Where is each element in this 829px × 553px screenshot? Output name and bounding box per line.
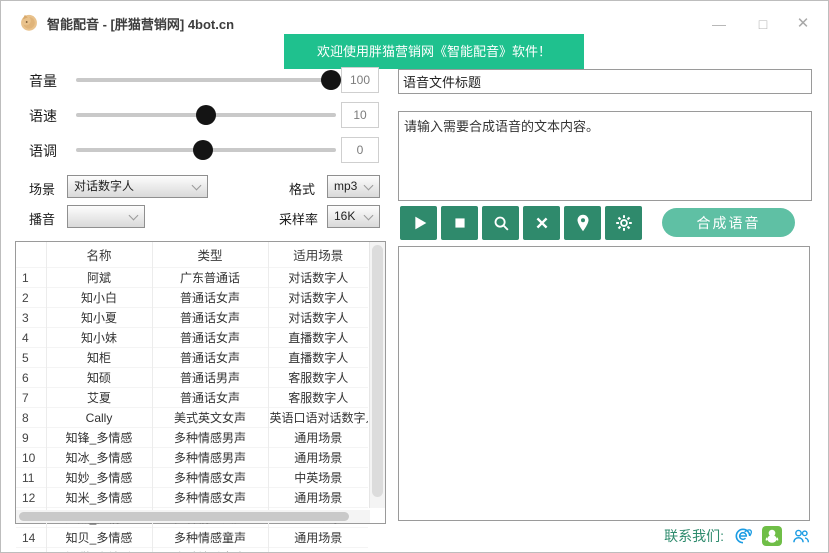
speed-label: 语速: [29, 106, 57, 126]
chevron-down-icon: [129, 211, 139, 221]
pitch-slider[interactable]: [76, 148, 336, 152]
volume-slider-thumb[interactable]: [321, 70, 341, 90]
table-row[interactable]: 5知柜普通话女声直播数字人: [16, 348, 368, 368]
search-icon: [490, 212, 512, 234]
voice-title-input[interactable]: [398, 69, 812, 94]
voice-table-head-row: 名称类型适用场景: [16, 242, 368, 268]
speech-text-input[interactable]: 请输入需要合成语音的文本内容。: [398, 111, 812, 201]
app-icon: [19, 12, 39, 32]
sample-rate-select[interactable]: 16K: [327, 205, 380, 228]
location-icon: [572, 212, 594, 234]
gear-icon: [613, 212, 635, 234]
format-select[interactable]: mp3: [327, 175, 380, 198]
voice-table: 名称类型适用场景 1阿斌广东普通话对话数字人2知小白普通话女声对话数字人3知小夏…: [16, 242, 368, 553]
chevron-down-icon: [364, 211, 374, 221]
stop-button[interactable]: [441, 206, 478, 240]
voice-table-container: 名称类型适用场景 1阿斌广东普通话对话数字人2知小白普通话女声对话数字人3知小夏…: [15, 241, 386, 524]
speed-slider[interactable]: [76, 113, 336, 117]
column-header[interactable]: 适用场景: [268, 242, 368, 268]
minimize-button[interactable]: —: [706, 13, 732, 35]
sample-rate-label: 采样率: [279, 209, 318, 228]
play-button[interactable]: [400, 206, 437, 240]
output-panel[interactable]: [398, 246, 810, 521]
table-row[interactable]: 3知小夏普通话女声对话数字人: [16, 308, 368, 328]
app-window: 智能配音 - [胖猫营销网] 4bot.cn — □ ✕ 欢迎使用胖猫营销网《智…: [0, 0, 829, 553]
volume-label: 音量: [29, 71, 57, 91]
speed-value-box[interactable]: 10: [341, 102, 379, 128]
table-row[interactable]: 15知甜_多情感多种情感女声通用场景: [16, 548, 368, 553]
table-row[interactable]: 10知冰_多情感多种情感男声通用场景: [16, 448, 368, 468]
pitch-slider-row: 语调 0: [1, 137, 391, 163]
chevron-down-icon: [364, 181, 374, 191]
maximize-button[interactable]: □: [750, 13, 776, 35]
voice-label: 播音: [29, 209, 55, 228]
column-header[interactable]: 类型: [152, 242, 268, 268]
format-label: 格式: [289, 179, 315, 198]
location-button[interactable]: [564, 206, 601, 240]
table-row[interactable]: 2知小白普通话女声对话数字人: [16, 288, 368, 308]
qq-group-icon[interactable]: [791, 526, 811, 546]
ie-browser-icon[interactable]: [733, 526, 753, 546]
stop-icon: [449, 212, 471, 234]
horizontal-scrollbar-thumb[interactable]: [19, 512, 349, 521]
qq-contact-icon[interactable]: [762, 526, 782, 546]
column-header[interactable]: [16, 242, 46, 268]
pitch-label: 语调: [29, 141, 57, 161]
speed-slider-row: 语速 10: [1, 102, 391, 128]
play-icon: [408, 212, 430, 234]
table-row[interactable]: 9知锋_多情感多种情感男声通用场景: [16, 428, 368, 448]
footer: 联系我们:: [664, 524, 811, 548]
welcome-banner: 欢迎使用胖猫营销网《智能配音》软件！: [284, 34, 584, 69]
speed-slider-thumb[interactable]: [196, 105, 216, 125]
table-row[interactable]: 1阿斌广东普通话对话数字人: [16, 268, 368, 288]
close-icon: [531, 212, 553, 234]
settings-button[interactable]: [605, 206, 642, 240]
chevron-down-icon: [192, 181, 202, 191]
contact-us-label: 联系我们:: [664, 526, 724, 546]
synthesize-button[interactable]: 合成语音: [662, 208, 795, 237]
window-title: 智能配音 - [胖猫营销网] 4bot.cn: [47, 14, 234, 33]
close-button[interactable]: ✕: [790, 13, 816, 35]
vertical-scrollbar-thumb[interactable]: [372, 245, 383, 497]
volume-slider-row: 音量 100: [1, 67, 391, 93]
table-row[interactable]: 14知贝_多情感多种情感童声通用场景: [16, 528, 368, 548]
horizontal-scrollbar[interactable]: [16, 510, 370, 523]
voice-select[interactable]: [67, 205, 145, 228]
pitch-value-box[interactable]: 0: [341, 137, 379, 163]
volume-value-box[interactable]: 100: [341, 67, 379, 93]
column-header[interactable]: 名称: [46, 242, 152, 268]
table-row[interactable]: 4知小妹普通话女声直播数字人: [16, 328, 368, 348]
volume-slider[interactable]: [76, 78, 336, 82]
clear-button[interactable]: [523, 206, 560, 240]
search-button[interactable]: [482, 206, 519, 240]
scene-select[interactable]: 对话数字人: [67, 175, 208, 198]
table-row[interactable]: 7艾夏普通话女声客服数字人: [16, 388, 368, 408]
table-row[interactable]: 11知妙_多情感多种情感女声中英场景: [16, 468, 368, 488]
table-row[interactable]: 12知米_多情感多种情感女声通用场景: [16, 488, 368, 508]
vertical-scrollbar[interactable]: [369, 242, 385, 508]
table-row[interactable]: 6知硕普通话男声客服数字人: [16, 368, 368, 388]
pitch-slider-thumb[interactable]: [193, 140, 213, 160]
scene-label: 场景: [29, 179, 55, 198]
table-row[interactable]: 8Cally美式英文女声英语口语对话数字人: [16, 408, 368, 428]
